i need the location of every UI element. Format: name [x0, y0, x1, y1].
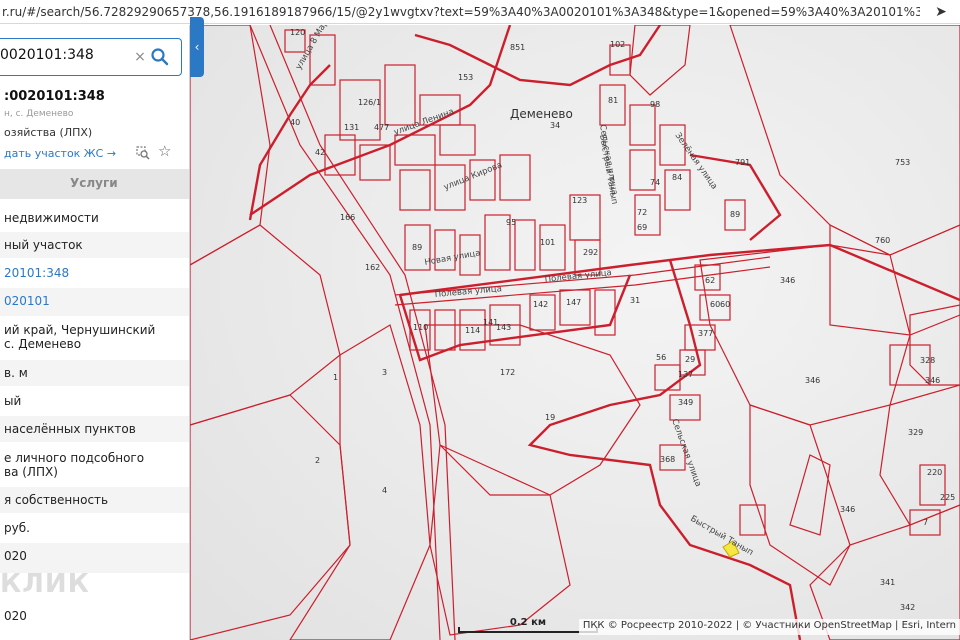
svg-text:4: 4	[382, 486, 387, 495]
svg-text:220: 220	[927, 468, 942, 477]
svg-text:7: 7	[923, 518, 928, 527]
svg-text:62: 62	[705, 276, 715, 285]
svg-text:143: 143	[496, 323, 511, 332]
collapse-panel-button[interactable]: ‹	[190, 17, 204, 77]
svg-text:114: 114	[465, 326, 480, 335]
svg-text:131: 131	[344, 123, 359, 132]
go-arrow-icon[interactable]: ➤	[932, 3, 950, 21]
scale-bar	[458, 627, 598, 633]
object-title: :0020101:348	[4, 89, 105, 104]
cadastral-map[interactable]: улица 8 Марта улица Ленина улица Кирова …	[190, 25, 960, 640]
svg-text:292: 292	[583, 248, 598, 257]
clear-icon[interactable]: ×	[133, 48, 147, 66]
svg-text:60: 60	[710, 300, 720, 309]
map-attribution[interactable]: ПКК © Росреестр 2010-2022 | © Участники …	[578, 619, 960, 635]
object-purpose: озяйства (ЛПХ)	[4, 126, 93, 139]
svg-text:84: 84	[672, 173, 682, 182]
svg-text:74: 74	[650, 178, 660, 187]
svg-text:753: 753	[895, 158, 910, 167]
svg-text:120: 120	[290, 28, 305, 37]
svg-text:166: 166	[340, 213, 355, 222]
svg-text:137: 137	[678, 370, 693, 379]
svg-text:126/1: 126/1	[358, 98, 381, 107]
svg-text:101: 101	[540, 238, 555, 247]
svg-text:29: 29	[685, 355, 695, 364]
svg-text:342: 342	[900, 603, 915, 612]
favorite-star-icon[interactable]: ☆	[158, 143, 174, 159]
svg-text:225: 225	[940, 493, 955, 502]
detail-row: ый	[4, 394, 22, 408]
detail-row: я собственность	[0, 487, 189, 513]
svg-text:172: 172	[500, 368, 515, 377]
search-box: ×	[0, 38, 182, 76]
svg-text:81: 81	[608, 96, 618, 105]
svg-text:98: 98	[650, 100, 660, 109]
tab-services[interactable]: Услуги	[70, 176, 118, 190]
svg-text:42: 42	[315, 148, 325, 157]
svg-text:349: 349	[678, 398, 693, 407]
watermark: КЛИК	[0, 569, 90, 599]
svg-text:95: 95	[506, 218, 516, 227]
svg-text:147: 147	[566, 298, 581, 307]
svg-text:89: 89	[412, 243, 422, 252]
svg-text:477: 477	[374, 123, 389, 132]
svg-text:153: 153	[458, 73, 473, 82]
zoom-to-icon[interactable]	[136, 146, 150, 160]
svg-text:142: 142	[533, 300, 548, 309]
detail-row: ий край, Чернушинский с. Деменево	[4, 323, 156, 351]
info-panel: × :0020101:348 н, с. Деменево озяйства (…	[0, 25, 190, 640]
address-bar[interactable]: r.ru/#/search/56.72829290657378,56.19161…	[0, 0, 960, 24]
object-address: н, с. Деменево	[4, 109, 74, 119]
svg-text:69: 69	[637, 223, 647, 232]
app-window: r.ru/#/search/56.72829290657378,56.19161…	[0, 0, 960, 640]
svg-text:123: 123	[572, 196, 587, 205]
map-canvas[interactable]: улица 8 Марта улица Ленина улица Кирова …	[190, 25, 960, 640]
town-label: Деменево	[510, 107, 573, 121]
svg-text:341: 341	[880, 578, 895, 587]
terrain-background	[190, 25, 960, 640]
svg-text:40: 40	[290, 118, 300, 127]
svg-text:31: 31	[630, 296, 640, 305]
svg-text:3: 3	[382, 368, 387, 377]
svg-text:72: 72	[637, 208, 647, 217]
detail-row: е личного подсобного ва (ЛПХ)	[4, 451, 145, 479]
svg-text:89: 89	[730, 210, 740, 219]
svg-text:791: 791	[735, 158, 750, 167]
svg-text:1: 1	[333, 373, 338, 382]
detail-row[interactable]: 020101	[0, 288, 189, 316]
detail-row: руб.	[4, 521, 30, 535]
url-text[interactable]: r.ru/#/search/56.72829290657378,56.19161…	[0, 5, 920, 19]
svg-text:377: 377	[698, 329, 713, 338]
svg-text:102: 102	[610, 40, 625, 49]
svg-text:328: 328	[920, 356, 935, 365]
svg-text:162: 162	[365, 263, 380, 272]
detail-row: ный участок	[0, 232, 189, 258]
detail-row: недвижимости	[4, 211, 99, 225]
detail-row: в. м	[0, 360, 189, 386]
svg-text:346: 346	[805, 376, 820, 385]
svg-text:368: 368	[660, 455, 675, 464]
order-plot-link[interactable]: дать участок ЖС →	[4, 147, 116, 160]
svg-text:2: 2	[315, 456, 320, 465]
svg-text:60: 60	[720, 300, 730, 309]
detail-row: населённых пунктов	[0, 416, 189, 442]
svg-text:851: 851	[510, 43, 525, 52]
svg-text:34: 34	[550, 121, 560, 130]
panel-tabs: Услуги	[0, 169, 189, 199]
svg-text:19: 19	[545, 413, 555, 422]
detail-row[interactable]: 20101:348	[0, 260, 189, 286]
svg-text:346: 346	[925, 376, 940, 385]
svg-text:56: 56	[656, 353, 666, 362]
map-scale: 0.2 км	[458, 617, 598, 635]
svg-text:760: 760	[875, 236, 890, 245]
svg-text:329: 329	[908, 428, 923, 437]
svg-text:110: 110	[413, 323, 428, 332]
svg-text:346: 346	[840, 505, 855, 514]
chevron-left-icon: ‹	[194, 40, 200, 54]
detail-row: 020	[4, 609, 27, 623]
search-input[interactable]	[0, 47, 130, 63]
svg-text:346: 346	[780, 276, 795, 285]
search-icon[interactable]	[150, 46, 170, 68]
